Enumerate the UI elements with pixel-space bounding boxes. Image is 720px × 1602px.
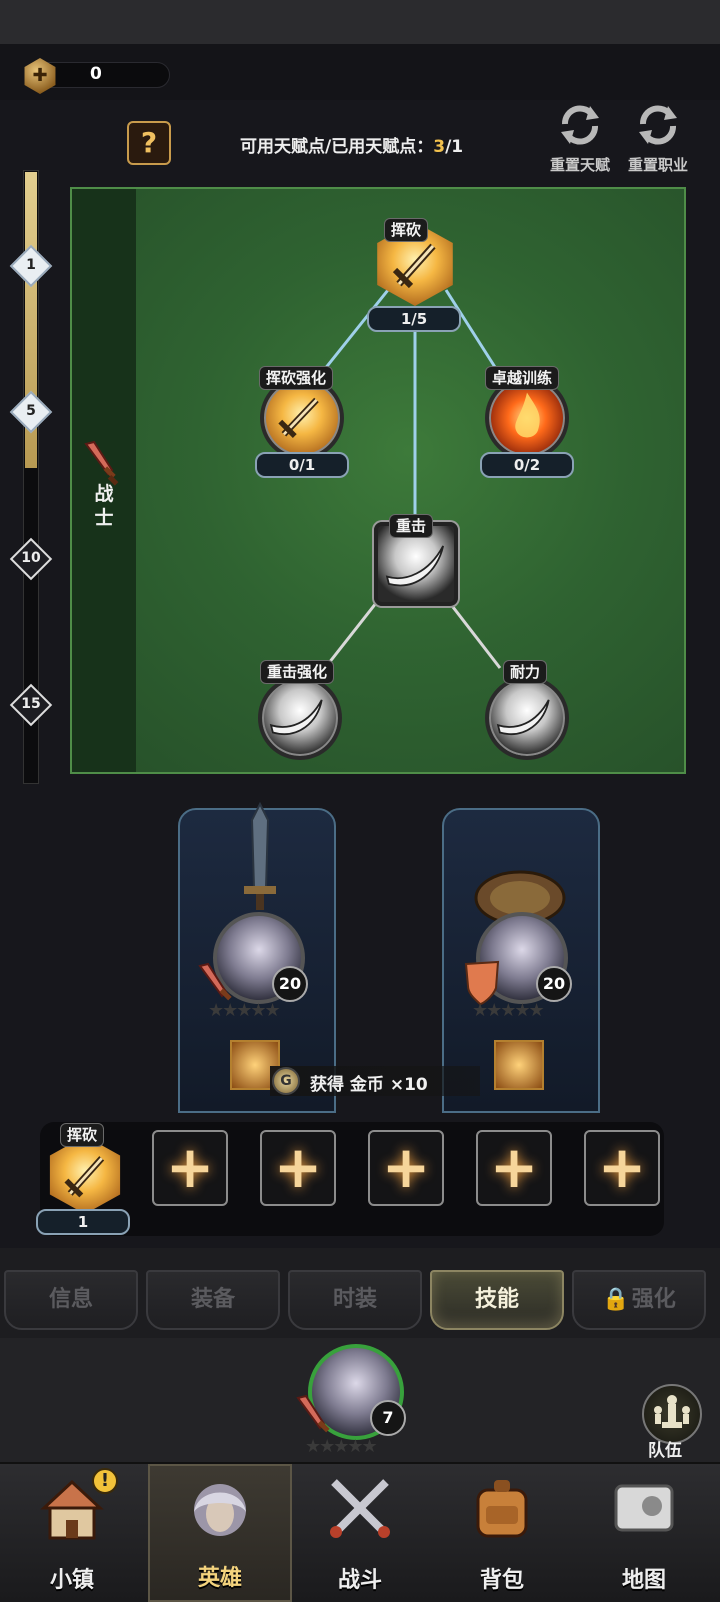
talent-node-endurance[interactable] bbox=[485, 676, 569, 760]
tab-enhance-label: 强化 bbox=[631, 1287, 676, 1312]
plus-icon: + bbox=[165, 1133, 215, 1201]
skill-slot-empty[interactable]: + bbox=[260, 1130, 336, 1206]
nav-backpack-label: 背包 bbox=[479, 1568, 524, 1593]
talent-node-count: 0/1 bbox=[255, 452, 349, 478]
hero-level-badge: 20 bbox=[536, 966, 572, 1002]
nav-map-label: 地图 bbox=[621, 1568, 666, 1593]
nav-hero[interactable]: 英雄 bbox=[148, 1464, 292, 1602]
skill-slot-empty[interactable]: + bbox=[476, 1130, 552, 1206]
skill-slot-empty[interactable]: + bbox=[584, 1130, 660, 1206]
blade-slash-icon bbox=[496, 699, 550, 735]
nav-battle[interactable]: 战斗 bbox=[288, 1464, 432, 1602]
tab-equipment[interactable]: 装备 bbox=[146, 1270, 280, 1330]
blade-slash-icon bbox=[269, 699, 323, 735]
nav-battle-label: 战斗 bbox=[337, 1568, 382, 1593]
tab-info[interactable]: 信息 bbox=[4, 1270, 138, 1330]
hero-portrait-icon bbox=[194, 1484, 246, 1536]
skill-slot-bar bbox=[40, 1122, 664, 1236]
talent-node-count: 1/5 bbox=[367, 306, 461, 332]
skill-slot-empty[interactable]: + bbox=[368, 1130, 444, 1206]
plus-icon: + bbox=[381, 1133, 431, 1201]
nav-backpack[interactable]: 背包 bbox=[430, 1464, 574, 1602]
talent-node-name: 重击强化 bbox=[260, 660, 335, 684]
talent-node-name: 挥砍 bbox=[384, 218, 429, 242]
talent-node-name: 耐力 bbox=[503, 660, 548, 684]
nav-town[interactable]: 小镇 bbox=[0, 1464, 144, 1602]
hero-stars: ★★★★★ bbox=[472, 1000, 545, 1021]
selected-hero-stars: ★★★★★ bbox=[305, 1436, 378, 1457]
plus-icon: + bbox=[489, 1133, 539, 1201]
skill-slot-empty[interactable]: + bbox=[152, 1130, 228, 1206]
skill-slot-name: 挥砍 bbox=[60, 1123, 105, 1147]
backpack-icon bbox=[476, 1480, 528, 1538]
shield-icon bbox=[464, 960, 500, 1006]
team-label: 队伍 bbox=[648, 1441, 682, 1461]
talent-node-heavy-strike-plus[interactable] bbox=[258, 676, 342, 760]
hero-level-badge: 20 bbox=[272, 966, 308, 1002]
crossed-swords-icon bbox=[330, 1479, 390, 1538]
reward-toast-text: 获得 金币 ×10 bbox=[310, 1075, 428, 1095]
tab-costume[interactable]: 时装 bbox=[288, 1270, 422, 1330]
skill-slot-count: 1 bbox=[36, 1209, 130, 1235]
alert-badge: ! bbox=[92, 1468, 118, 1494]
gold-coin-icon: G bbox=[272, 1067, 300, 1095]
chess-pieces-icon bbox=[654, 1395, 690, 1428]
flame-icon bbox=[515, 392, 540, 438]
talent-node-name: 挥砍强化 bbox=[259, 366, 334, 390]
hero-stars: ★★★★★ bbox=[208, 1000, 281, 1021]
tab-skills[interactable]: 技能 bbox=[430, 1270, 564, 1330]
hero-skill-icon bbox=[494, 1040, 544, 1090]
talent-node-name: 重击 bbox=[389, 514, 434, 538]
talent-node-count: 0/2 bbox=[480, 452, 574, 478]
team-button[interactable] bbox=[642, 1384, 702, 1444]
lock-icon: 🔒 bbox=[602, 1287, 630, 1312]
sword-icon bbox=[296, 1394, 330, 1433]
nav-town-label: 小镇 bbox=[49, 1568, 94, 1593]
sword-icon bbox=[278, 397, 319, 439]
sword-icon bbox=[244, 802, 276, 910]
talent-connectors bbox=[318, 289, 502, 669]
talent-node-name: 卓越训练 bbox=[485, 366, 560, 390]
plus-icon: + bbox=[597, 1133, 647, 1201]
nav-map[interactable]: 地图 bbox=[572, 1464, 716, 1602]
plus-icon: + bbox=[273, 1133, 323, 1201]
nav-hero-label: 英雄 bbox=[197, 1566, 242, 1591]
tab-enhance[interactable]: 🔒强化 bbox=[572, 1270, 706, 1330]
map-scroll-icon bbox=[614, 1484, 674, 1532]
selected-hero-level: 7 bbox=[370, 1400, 406, 1436]
